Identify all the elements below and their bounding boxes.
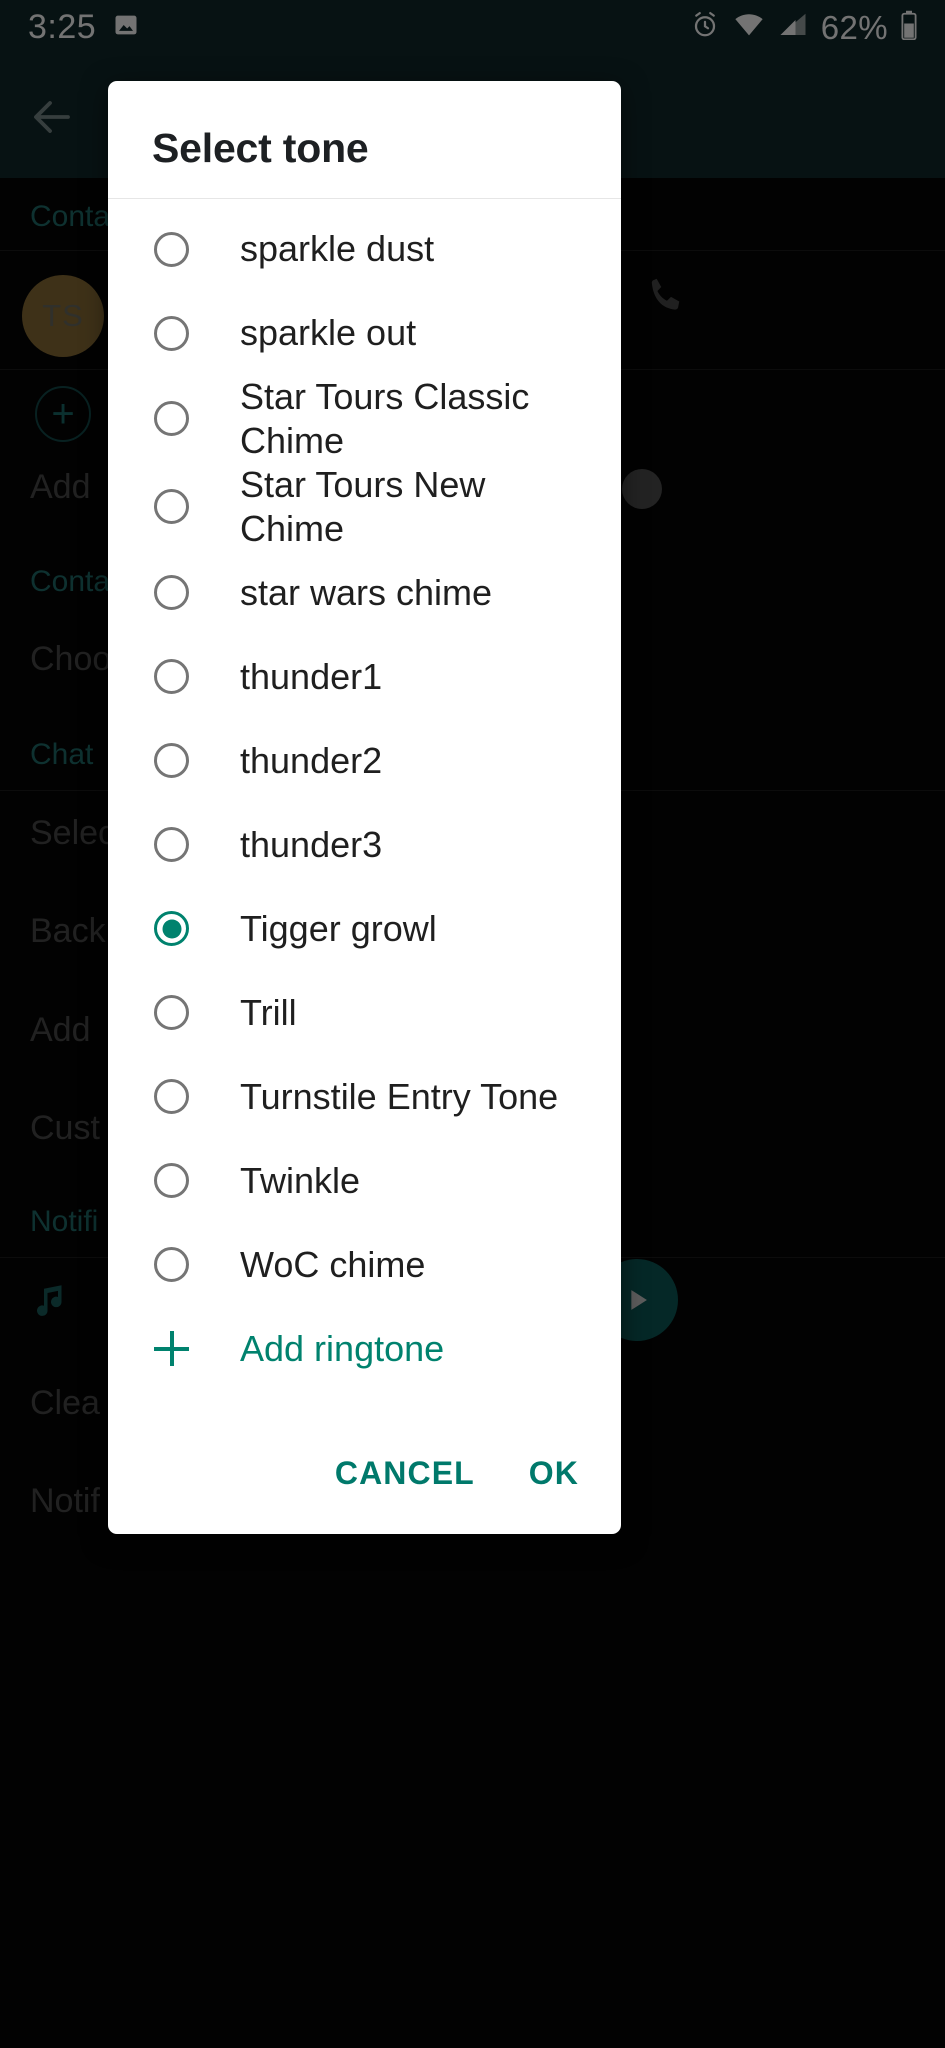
tone-label: WoC chime [240,1243,426,1285]
tone-option-selected[interactable]: Tigger growl [108,887,621,971]
radio-icon[interactable] [154,1163,189,1199]
radio-icon-selected[interactable] [154,911,189,947]
dialog-title: Select tone [152,125,369,171]
tone-label: thunder2 [240,739,383,781]
radio-icon[interactable] [154,401,189,437]
tone-option[interactable]: Twinkle [108,1139,621,1223]
tone-option[interactable]: thunder3 [108,803,621,887]
tone-label: star wars chime [240,571,493,613]
tone-option[interactable]: Star Tours New Chime [108,463,621,551]
radio-icon[interactable] [154,575,189,611]
tone-option[interactable]: WoC chime [108,1223,621,1307]
radio-icon[interactable] [154,827,189,863]
tone-label: Star Tours New Chime [240,463,486,549]
dialog-actions: CANCEL OK [108,1437,621,1534]
radio-icon[interactable] [154,995,189,1031]
tone-label: Turnstile Entry Tone [240,1075,559,1117]
radio-icon[interactable] [154,231,189,267]
select-tone-dialog: Select tone sparkle dust sparkle out Sta… [108,81,621,1534]
tone-label: Tigger growl [240,907,437,949]
radio-icon[interactable] [154,743,189,779]
tone-label: sparkle out [240,312,417,354]
add-ringtone-label: Add ringtone [240,1327,445,1369]
tone-option[interactable]: thunder2 [108,719,621,803]
tone-option[interactable]: sparkle out [108,291,621,375]
tone-option[interactable]: Trill [108,971,621,1055]
tone-option[interactable]: thunder1 [108,635,621,719]
tone-option[interactable]: Turnstile Entry Tone [108,1055,621,1139]
radio-icon[interactable] [154,659,189,695]
ok-button[interactable]: OK [523,1447,585,1500]
tone-option[interactable]: Star Tours Classic Chime [108,375,621,463]
tone-label: thunder3 [240,823,383,865]
phone-screen: 3:25 62% [0,0,945,2048]
tone-label: Trill [240,991,297,1033]
tone-label: thunder1 [240,655,383,697]
cancel-button[interactable]: CANCEL [329,1447,481,1500]
tone-label: sparkle dust [240,228,435,270]
radio-icon[interactable] [154,315,189,351]
tone-label: Star Tours Classic Chime [240,376,530,461]
radio-icon[interactable] [154,1247,189,1283]
tone-label: Twinkle [240,1159,361,1201]
tone-option[interactable]: star wars chime [108,551,621,635]
tone-option[interactable]: sparkle dust [108,207,621,291]
tone-list[interactable]: sparkle dust sparkle out Star Tours Clas… [108,199,621,1437]
radio-icon[interactable] [154,489,189,525]
add-ringtone-row[interactable]: Add ringtone [108,1307,621,1391]
plus-icon [154,1331,189,1366]
radio-icon[interactable] [154,1079,189,1115]
